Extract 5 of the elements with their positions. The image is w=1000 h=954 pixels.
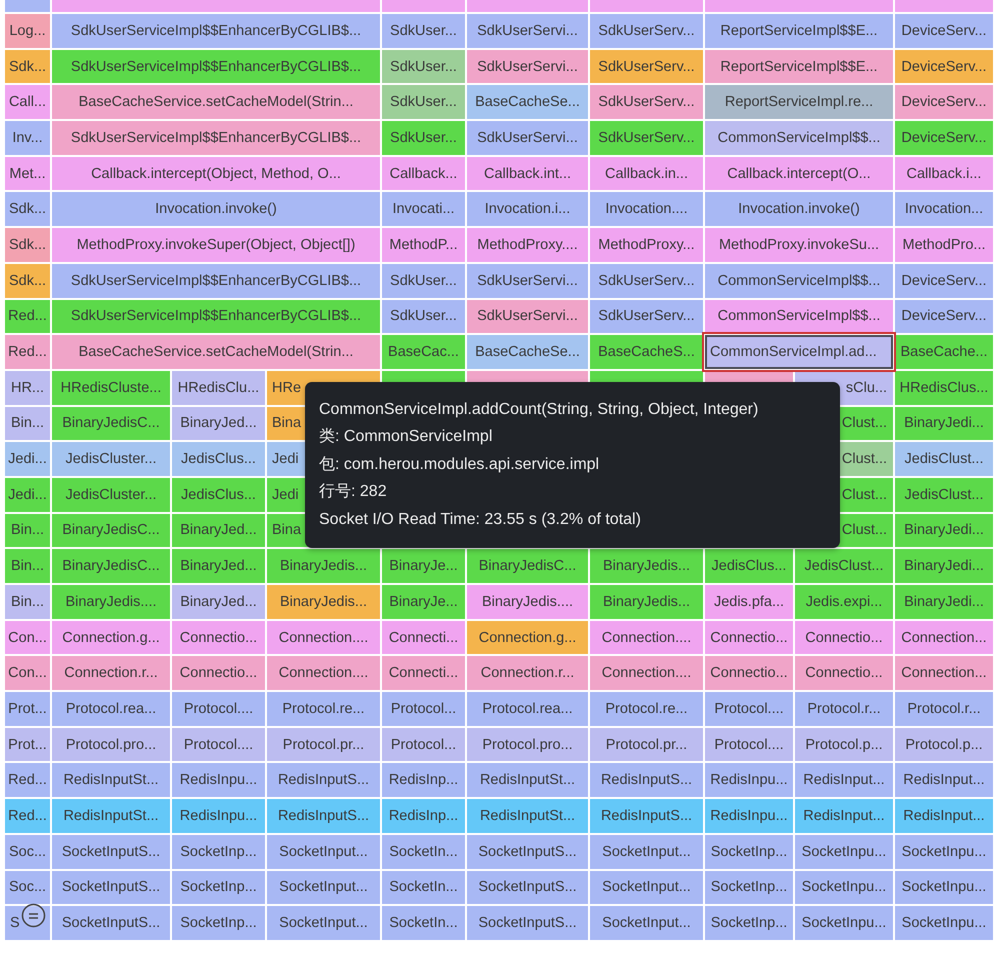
tooltip-line: CommonServiceImpl.addCount(String, String, Object, Integer) [319,400,760,420]
tooltip-line: 包: com.herou.modules.api.service.impl [319,454,600,475]
tooltip-line: Socket I/O Read Time: 23.55 s (3.2% of total) [319,510,642,530]
tooltip-line: 行号: 282 [319,482,388,502]
tooltip-line: 类: CommonServiceImpl [319,426,494,448]
